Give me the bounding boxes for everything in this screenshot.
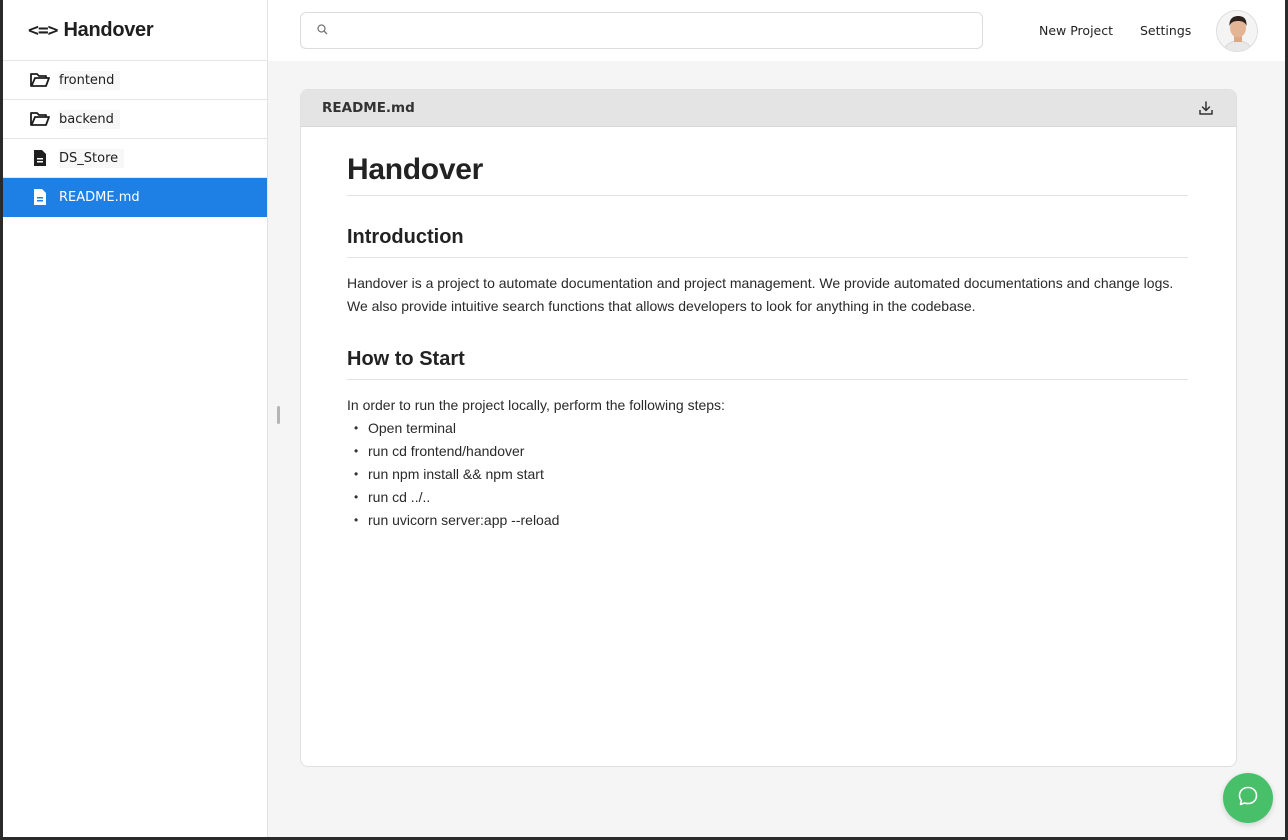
sidebar-item-readme[interactable]: README.md [0, 178, 267, 217]
card-header: README.md [301, 90, 1236, 127]
sidebar-resize-handle[interactable] [277, 406, 280, 424]
search-box[interactable] [300, 12, 983, 49]
sidebar-item-label: frontend [59, 70, 121, 90]
folder-open-icon [30, 71, 50, 89]
sidebar-item-label: README.md [59, 189, 140, 205]
sidebar: <=> Handover frontend backend DS_Store R… [0, 0, 268, 840]
list-item: run uvicorn server:app --reload [347, 509, 1188, 532]
file-icon [30, 188, 50, 206]
top-bar: New Project Settings [268, 0, 1288, 61]
folder-open-icon [30, 110, 50, 128]
sidebar-item-frontend[interactable]: frontend [0, 61, 267, 100]
sidebar-item-label: backend [59, 109, 120, 129]
download-icon[interactable] [1198, 100, 1216, 118]
chat-button[interactable] [1223, 773, 1273, 823]
brand[interactable]: <=> Handover [0, 0, 267, 61]
list-item: run cd ../.. [347, 486, 1188, 509]
new-project-link[interactable]: New Project [1039, 23, 1113, 38]
chat-bubble-icon [1237, 785, 1259, 812]
handover-logo-icon: <=> [28, 19, 58, 41]
markdown-content: Handover Introduction Handover is a proj… [301, 127, 1236, 532]
readme-card: README.md Handover Introduction Handover… [300, 89, 1237, 767]
file-title: README.md [322, 100, 415, 116]
list-item: run cd frontend/handover [347, 440, 1188, 463]
section-heading: Introduction [347, 226, 1188, 258]
brand-name: Handover [63, 18, 154, 41]
search-icon [317, 22, 328, 40]
sidebar-item-label: DS_Store [59, 148, 125, 168]
settings-link[interactable]: Settings [1140, 23, 1191, 38]
sidebar-item-ds-store[interactable]: DS_Store [0, 139, 267, 178]
sidebar-item-backend[interactable]: backend [0, 100, 267, 139]
list-item: Open terminal [347, 417, 1188, 440]
document-title: Handover [347, 153, 1188, 196]
file-icon [30, 149, 50, 167]
section-paragraph: In order to run the project locally, per… [347, 397, 725, 413]
list-item: run npm install && npm start [347, 463, 1188, 486]
section-paragraph: Handover is a project to automate docume… [347, 275, 1174, 314]
search-input[interactable] [336, 15, 982, 46]
section-heading: How to Start [347, 348, 1188, 380]
avatar[interactable] [1216, 10, 1258, 52]
steps-list: Open terminal run cd frontend/handover r… [347, 417, 1188, 532]
